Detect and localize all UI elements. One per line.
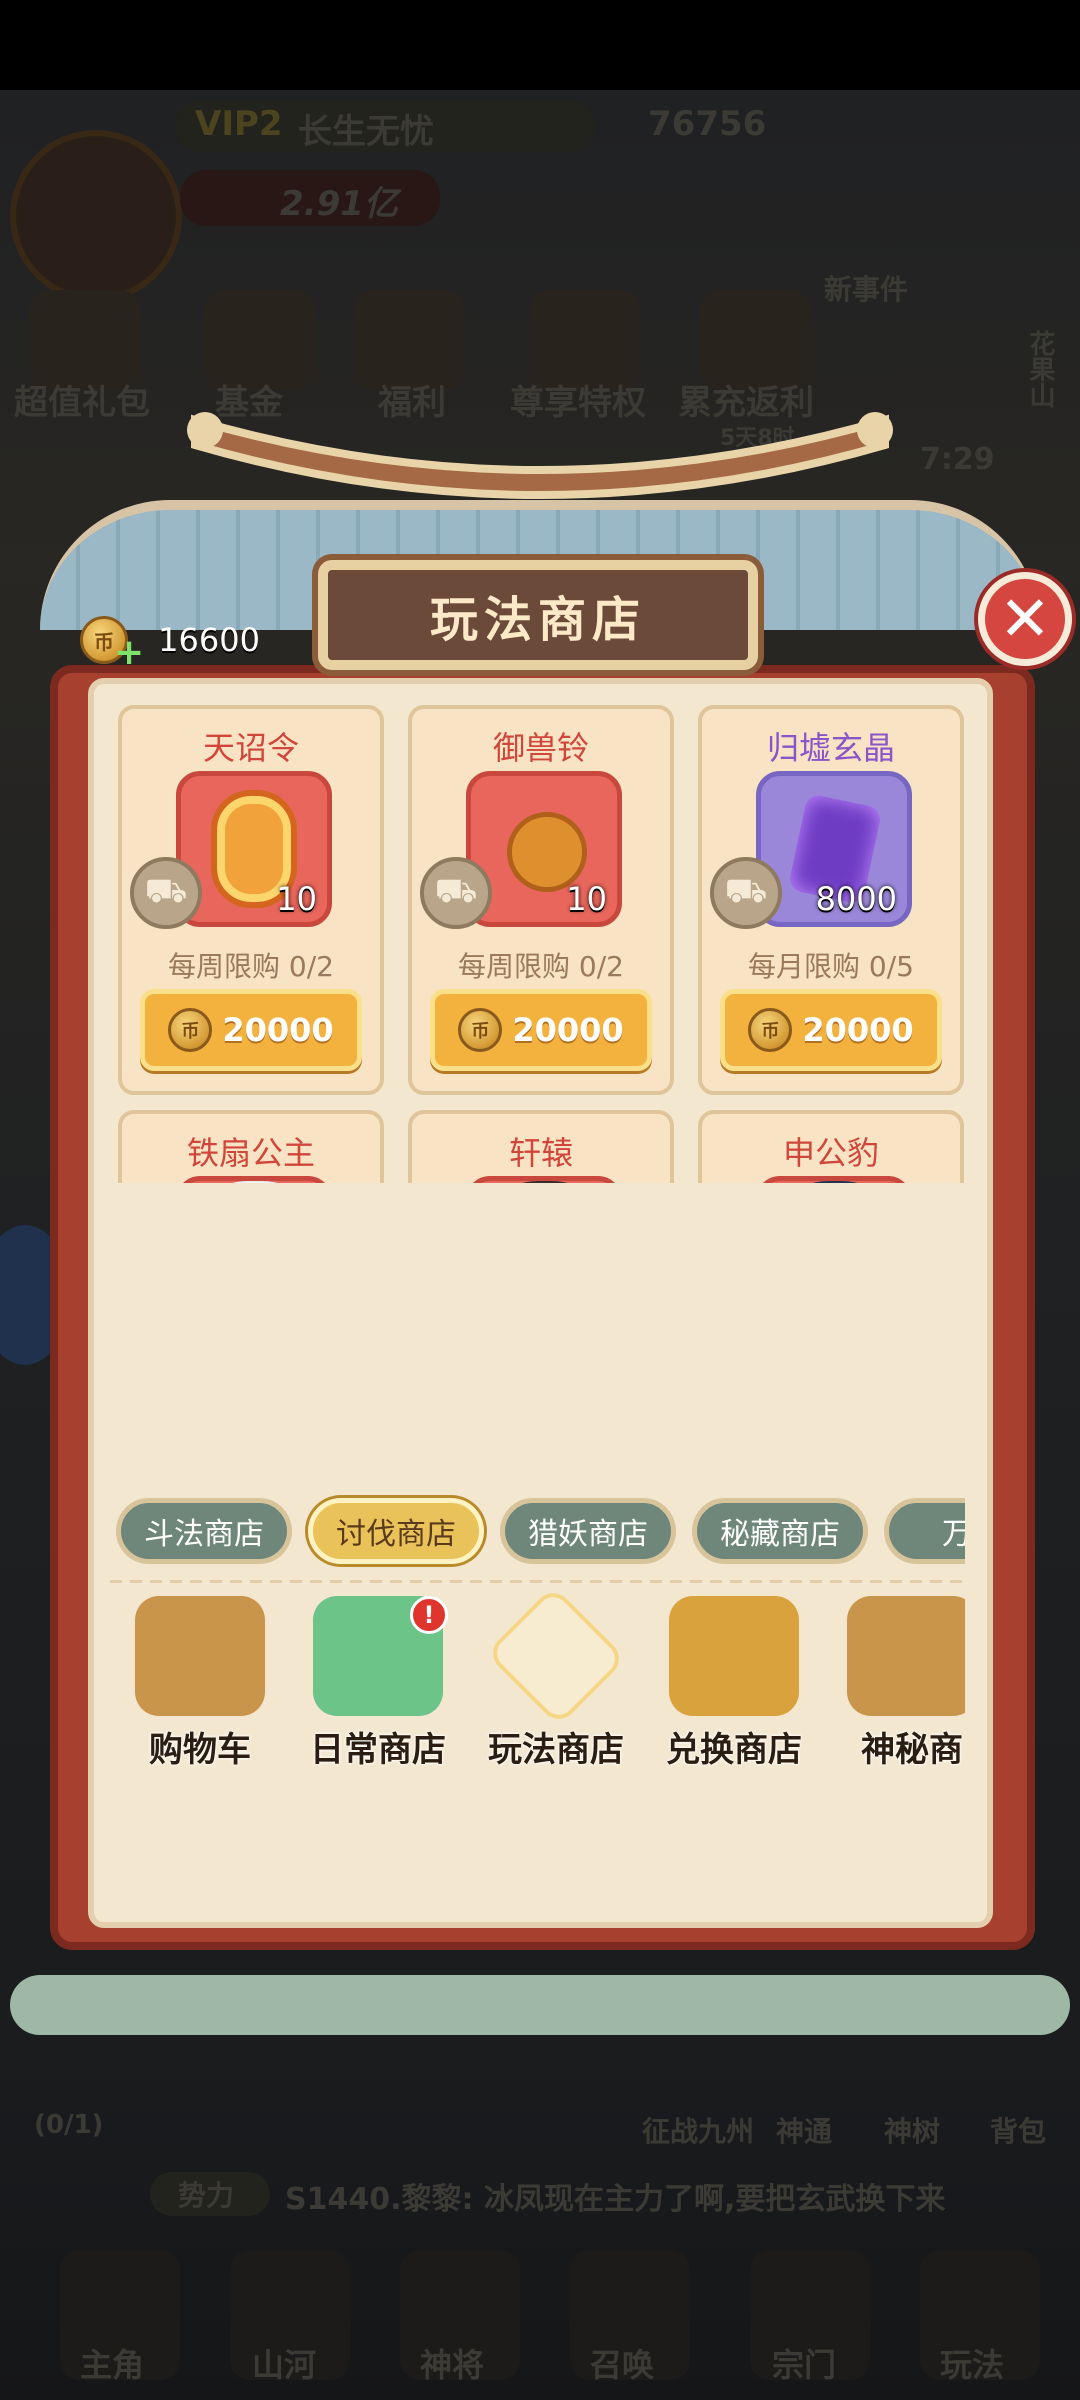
coin-icon: 币	[458, 1008, 503, 1052]
gameplay-shop-icon	[485, 1590, 627, 1727]
close-button[interactable]: ✕	[978, 572, 1072, 666]
currency-amount: 16600	[158, 621, 260, 659]
close-icon: ✕	[999, 582, 1051, 655]
item-image	[756, 1176, 912, 1183]
shopping-cart-icon	[135, 1596, 265, 1716]
shop-type-4[interactable]: 神秘商	[822, 1590, 965, 1795]
shop-type-list[interactable]: 购物车 日常商店 ! 玩法商店 兑换商店 神秘商	[110, 1590, 965, 1795]
shop-tab-0[interactable]: 斗法商店	[116, 1498, 292, 1564]
shop-item-card[interactable]: 御兽铃 10 ⛟ 每周限购 0/2 币 20000	[408, 705, 674, 1095]
item-quantity: 10	[276, 880, 317, 918]
shop-tab-3[interactable]: 秘藏商店	[692, 1498, 868, 1564]
item-name: 铁扇公主	[186, 1134, 315, 1172]
item-name: 御兽铃	[492, 729, 589, 767]
shop-type-0[interactable]: 购物车	[110, 1590, 290, 1795]
add-currency-icon[interactable]: +	[114, 632, 144, 673]
shop-title-plate: 玩法商店	[318, 560, 758, 670]
item-name: 申公豹	[782, 1134, 879, 1172]
shop-type-2[interactable]: 玩法商店	[466, 1590, 646, 1795]
cart-icon[interactable]: ⛟	[420, 857, 492, 929]
shop-tab-1[interactable]: 讨伐商店	[308, 1498, 484, 1564]
shop-modal: 玩法商店 ✕ 币 + 16600 天诏令 10 ⛟ 每周限购 0/2 币 200…	[0, 400, 1080, 2100]
item-name: 归墟玄晶	[766, 729, 895, 767]
purchase-limit: 每周限购 0/2	[458, 950, 624, 983]
item-quantity: 10	[566, 880, 607, 918]
shop-item-card[interactable]: 天诏令 10 ⛟ 每周限购 0/2 币 20000	[118, 705, 384, 1095]
hero-hair	[477, 1181, 613, 1183]
item-quantity: 8000	[815, 880, 897, 918]
item-price: 20000	[802, 1011, 914, 1049]
shop-type-label: 日常商店	[310, 1730, 446, 1770]
item-name: 天诏令	[202, 729, 299, 767]
shop-title: 玩法商店	[429, 592, 646, 648]
item-grid[interactable]: 天诏令 10 ⛟ 每周限购 0/2 币 20000 御兽铃 10 ⛟ 每周限购 …	[118, 705, 968, 1183]
item-name: 轩辕	[508, 1134, 573, 1172]
buy-button[interactable]: 币 20000	[430, 989, 652, 1071]
purchase-limit: 每月限购 0/5	[748, 950, 914, 983]
item-price: 20000	[222, 1011, 334, 1049]
item-price: 20000	[512, 1011, 624, 1049]
shop-type-label: 神秘商	[861, 1730, 963, 1770]
item-image	[466, 1176, 622, 1183]
shop-type-3[interactable]: 兑换商店	[644, 1590, 824, 1795]
shop-type-label: 兑换商店	[666, 1730, 802, 1770]
buy-button[interactable]: 币 20000	[140, 989, 362, 1071]
buy-button[interactable]: 币 20000	[720, 989, 942, 1071]
shop-item-card[interactable]: 申公豹 ⛟ 每月限购 0/2 币 50000	[698, 1110, 964, 1183]
divider	[110, 1580, 965, 1583]
item-image	[176, 1176, 332, 1183]
cart-icon[interactable]: ⛟	[710, 857, 782, 929]
modal-ground-decor	[10, 1975, 1070, 2035]
currency-display: 币 + 16600	[80, 610, 260, 673]
shop-category-tabs[interactable]: 斗法商店讨伐商店猎妖商店秘藏商店万仙	[110, 1492, 965, 1572]
roof-beam	[187, 412, 893, 499]
hero-hair	[187, 1181, 323, 1183]
shop-tab-4[interactable]: 万仙	[884, 1498, 965, 1564]
shop-type-label: 购物车	[149, 1730, 251, 1770]
shop-item-card[interactable]: 轩辕 ⛟ 每月限购 0/2 币 50000	[408, 1110, 674, 1183]
shop-tab-2[interactable]: 猎妖商店	[500, 1498, 676, 1564]
coin-icon: 币	[748, 1008, 793, 1052]
shop-type-label: 玩法商店	[488, 1730, 624, 1770]
shop-type-1[interactable]: 日常商店 !	[288, 1590, 468, 1795]
shop-item-card[interactable]: 铁扇公主 ⛟ 每月限购 0/2 币 50000	[118, 1110, 384, 1183]
cart-icon[interactable]: ⛟	[130, 857, 202, 929]
mystery-shop-icon	[847, 1596, 965, 1716]
hero-hair	[767, 1181, 903, 1183]
exchange-shop-icon	[669, 1596, 799, 1716]
coin-icon: 币	[168, 1008, 213, 1052]
purchase-limit: 每周限购 0/2	[168, 950, 334, 983]
notification-badge: !	[410, 1596, 448, 1634]
shop-item-card[interactable]: 归墟玄晶 8000 ⛟ 每月限购 0/5 币 20000	[698, 705, 964, 1095]
